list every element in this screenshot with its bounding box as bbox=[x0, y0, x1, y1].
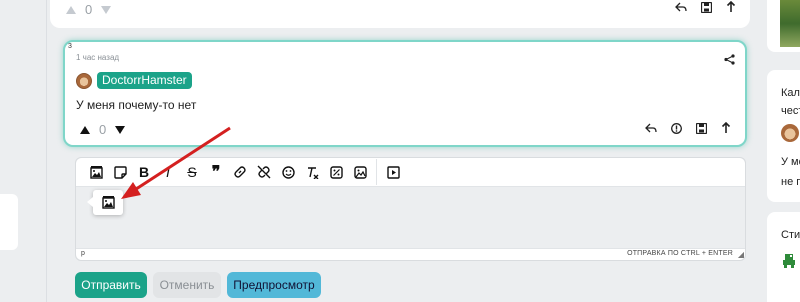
prev-actions bbox=[675, 1, 736, 13]
comment-index: 3 bbox=[68, 43, 72, 50]
downvote-icon[interactable] bbox=[101, 5, 112, 14]
element-path: p bbox=[81, 250, 85, 257]
author-name[interactable]: DoctorrHamster bbox=[97, 72, 192, 89]
clear-format-icon[interactable] bbox=[300, 160, 324, 184]
strikethrough-icon[interactable]: S bbox=[180, 160, 204, 184]
comment-vote-row: 0 bbox=[80, 122, 126, 137]
comment-text: У меня почему-то нет bbox=[76, 98, 197, 112]
comment-time: 1 час назад bbox=[76, 53, 120, 62]
italic-icon[interactable]: I bbox=[156, 160, 180, 184]
send-button[interactable]: Отправить bbox=[75, 272, 147, 298]
link-icon[interactable] bbox=[228, 160, 252, 184]
comment-actions bbox=[645, 122, 731, 134]
cancel-button[interactable]: Отменить bbox=[153, 272, 221, 298]
sidebar-text: У ме bbox=[781, 156, 800, 168]
comment-score: 0 bbox=[99, 122, 107, 137]
avatar[interactable] bbox=[781, 124, 799, 142]
left-side-widget bbox=[0, 194, 18, 250]
prev-score: 0 bbox=[85, 2, 93, 17]
sticker-icon[interactable] bbox=[108, 160, 132, 184]
sticker-dino-icon[interactable] bbox=[781, 252, 799, 270]
downvote-icon[interactable] bbox=[115, 125, 126, 134]
avatar[interactable] bbox=[76, 72, 92, 89]
reply-icon[interactable] bbox=[675, 1, 687, 13]
comment-card: 3 1 час назад DoctorrHamster У меня поче… bbox=[63, 40, 747, 147]
image-upload-popup[interactable] bbox=[87, 190, 123, 215]
image-icon[interactable] bbox=[84, 160, 108, 184]
preview-button[interactable]: Предпросмотр bbox=[227, 272, 321, 298]
upvote-icon[interactable] bbox=[66, 5, 76, 14]
previous-comment-card: 0 bbox=[50, 0, 750, 28]
spoiler-icon[interactable] bbox=[324, 160, 348, 184]
arrow-up-icon[interactable] bbox=[726, 1, 736, 13]
report-icon[interactable] bbox=[671, 122, 682, 134]
image-icon[interactable] bbox=[101, 196, 115, 209]
sidebar-card-3: Сти bbox=[767, 212, 800, 302]
upvote-icon[interactable] bbox=[80, 125, 90, 134]
editor-statusbar: p ОТПРАВКА ПО CTRL + ENTER ◢ bbox=[76, 248, 745, 260]
sidebar-thumbnail[interactable] bbox=[780, 0, 800, 47]
share-icon[interactable] bbox=[724, 54, 735, 65]
image-gallery-icon[interactable] bbox=[348, 160, 372, 184]
prev-vote-row: 0 bbox=[66, 2, 112, 17]
comment-author: DoctorrHamster bbox=[76, 72, 192, 89]
arrow-up-icon[interactable] bbox=[721, 122, 731, 134]
reply-icon[interactable] bbox=[645, 122, 657, 134]
video-icon[interactable] bbox=[381, 160, 405, 184]
sidebar-text: Сти bbox=[781, 229, 800, 241]
sidebar-text: Кал bbox=[781, 87, 800, 99]
toolbar-separator bbox=[376, 159, 377, 185]
sidebar-text: чест bbox=[781, 105, 800, 117]
save-icon[interactable] bbox=[701, 1, 712, 13]
editor-toolbar: B I S ❞ bbox=[76, 158, 745, 187]
sidebar-text: не п bbox=[781, 176, 800, 188]
sidebar-card-2: Кал чест У ме не п bbox=[767, 70, 800, 202]
reply-editor: B I S ❞ p ОТПРАВКА ПО CTRL + ENTER ◢ bbox=[75, 157, 746, 261]
emoji-icon[interactable] bbox=[276, 160, 300, 184]
send-hint: ОТПРАВКА ПО CTRL + ENTER bbox=[627, 250, 733, 257]
save-icon[interactable] bbox=[696, 122, 707, 134]
resize-handle-icon[interactable]: ◢ bbox=[738, 250, 744, 259]
thread-line bbox=[46, 0, 47, 302]
quote-icon[interactable]: ❞ bbox=[204, 160, 228, 184]
bold-icon[interactable]: B bbox=[132, 160, 156, 184]
unlink-icon[interactable] bbox=[252, 160, 276, 184]
